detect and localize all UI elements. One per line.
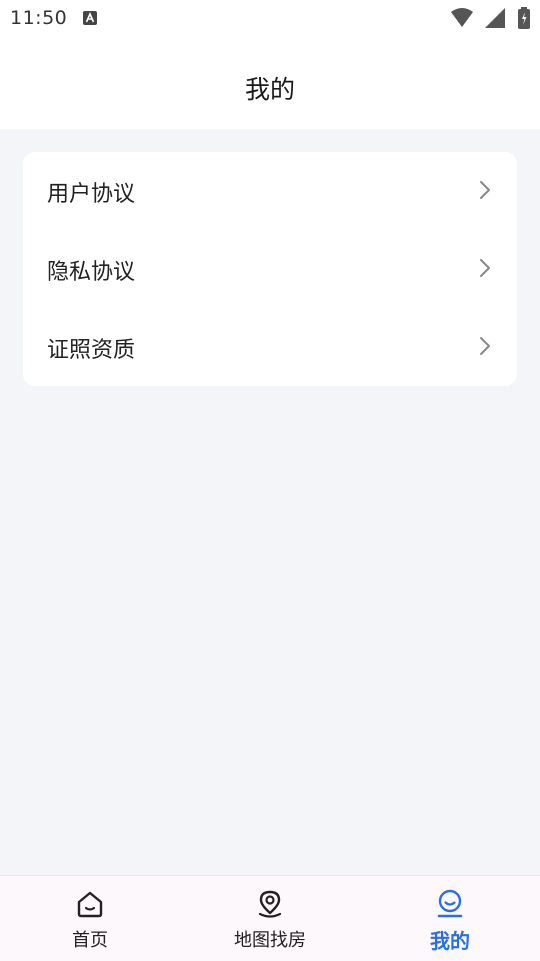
menu-item-privacy-agreement[interactable]: 隐私协议: [23, 230, 517, 308]
chevron-right-icon: [480, 337, 490, 355]
home-icon: [77, 891, 103, 918]
menu-item-label: 证照资质: [47, 338, 136, 363]
menu-item-certificates[interactable]: 证照资质: [23, 308, 517, 386]
status-bar: 11:50: [0, 0, 540, 36]
menu-item-user-agreement[interactable]: 用户协议: [23, 152, 517, 230]
tab-home[interactable]: 首页: [0, 876, 180, 961]
page-title: 我的: [244, 75, 295, 104]
menu-card: 用户协议 隐私协议 证照资质: [23, 152, 517, 386]
header: 我的: [0, 36, 540, 129]
tab-label: 首页: [72, 930, 108, 951]
battery-icon: [518, 7, 530, 29]
status-time: 11:50: [10, 7, 68, 29]
menu-item-label: 隐私协议: [47, 260, 136, 285]
bottom-tab-bar: 首页 地图找房 我的: [0, 875, 540, 961]
menu-item-label: 用户协议: [47, 182, 136, 207]
notification-a-icon: [83, 11, 97, 25]
tab-label: 我的: [430, 929, 470, 953]
wifi-icon: [451, 8, 473, 27]
chevron-right-icon: [480, 259, 490, 277]
tab-map-search[interactable]: 地图找房: [180, 876, 360, 961]
chevron-right-icon: [480, 181, 490, 199]
map-pin-icon: [258, 890, 282, 918]
profile-icon: [437, 889, 463, 918]
tab-profile[interactable]: 我的: [360, 876, 540, 961]
tab-label: 地图找房: [234, 930, 306, 951]
signal-icon: [485, 8, 505, 28]
